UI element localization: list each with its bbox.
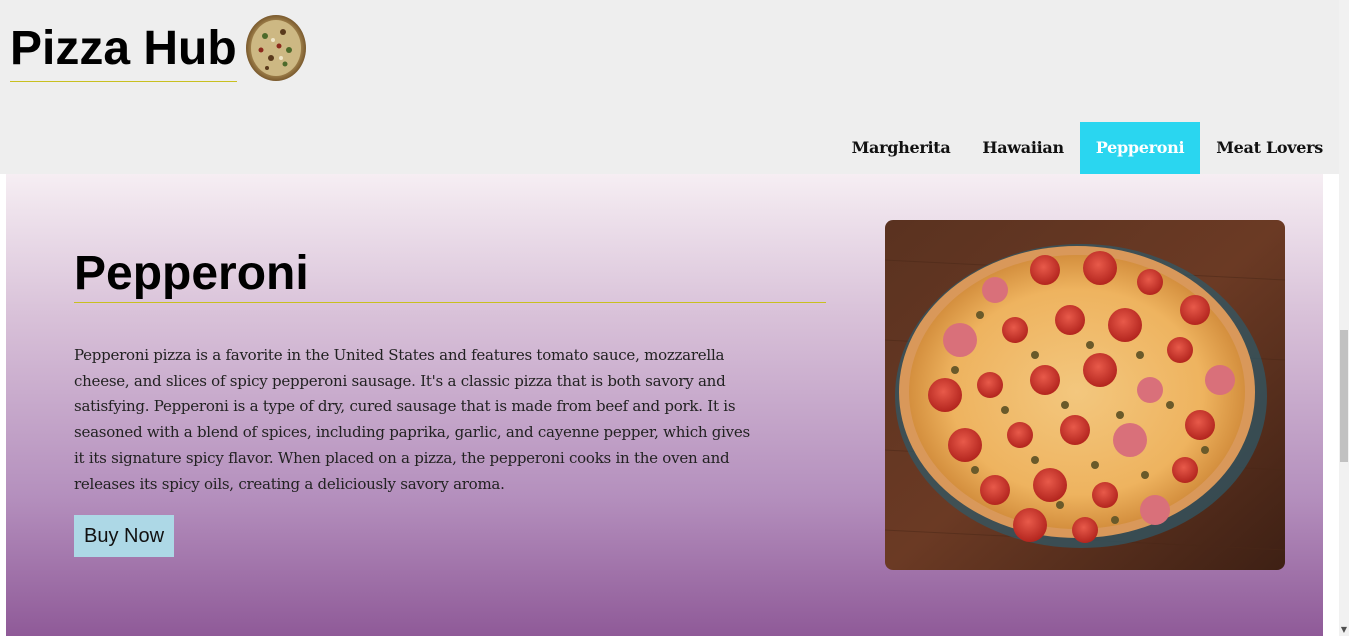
herb-piece [1031, 456, 1039, 464]
herb-piece [1001, 406, 1009, 414]
herb-piece [1056, 501, 1064, 509]
pepperoni-slice [1108, 308, 1142, 342]
nav-item-hawaiian[interactable]: Hawaiian [966, 122, 1079, 174]
herb-piece [1141, 471, 1149, 479]
pepperoni-slice [977, 372, 1003, 398]
site-header: Pizza Hub Margherita Hawaiian Pepperoni … [0, 0, 1339, 174]
logo-title[interactable]: Pizza Hub [10, 19, 237, 82]
herb-piece [1111, 516, 1119, 524]
herb-piece [1086, 341, 1094, 349]
pepperoni-slice [1083, 353, 1117, 387]
logo[interactable]: Pizza Hub [10, 15, 307, 82]
herb-piece [1031, 351, 1039, 359]
pepperoni-slice [1007, 422, 1033, 448]
herb-piece [1061, 401, 1069, 409]
nav-item-meat-lovers[interactable]: Meat Lovers [1200, 122, 1339, 174]
herb-piece [1091, 461, 1099, 469]
herb-piece [951, 366, 959, 374]
pepperoni-slice [1137, 377, 1163, 403]
pepperoni-slice [1140, 495, 1170, 525]
pepperoni-slice [1137, 269, 1163, 295]
scroll-down-arrow-icon[interactable]: ▼ [1341, 625, 1347, 634]
pepperoni-slice [948, 428, 982, 462]
herb-piece [976, 311, 984, 319]
herb-piece [1136, 351, 1144, 359]
pepperoni-slice [1060, 415, 1090, 445]
herb-piece [1166, 401, 1174, 409]
pepperoni-slice [943, 323, 977, 357]
pepperoni-slice [928, 378, 962, 412]
pepperoni-slice [1030, 365, 1060, 395]
pepperoni-slice [1180, 295, 1210, 325]
pepperoni-slice [1013, 508, 1047, 542]
pepperoni-slice [1185, 410, 1215, 440]
nav-item-margherita[interactable]: Margherita [836, 122, 967, 174]
herb-piece [1116, 411, 1124, 419]
pepperoni-slice [1172, 457, 1198, 483]
nav-item-pepperoni[interactable]: Pepperoni [1079, 122, 1201, 174]
pepperoni-slice [982, 277, 1008, 303]
pepperoni-slice [1030, 255, 1060, 285]
pepperoni-slice [1055, 305, 1085, 335]
page-scrollbar[interactable]: ▼ [1339, 0, 1349, 636]
pepperoni-slice [1167, 337, 1193, 363]
pepperoni-slice [1083, 251, 1117, 285]
scrollbar-thumb[interactable] [1340, 330, 1348, 462]
pepperoni-slice [980, 475, 1010, 505]
section-title: Pepperoni [74, 246, 826, 303]
page: Pizza Hub Margherita Hawaiian Pepperoni … [0, 0, 1349, 636]
herb-piece [971, 466, 979, 474]
pepperoni-slice [1092, 482, 1118, 508]
pizza-section: Pepperoni Pepperoni pizza is a favorite … [6, 174, 1323, 636]
pepperoni-pizza-photo [885, 220, 1285, 570]
pizza-nav: Margherita Hawaiian Pepperoni Meat Lover… [836, 122, 1339, 174]
pepperoni-slice [1072, 517, 1098, 543]
pepperoni-slice [1002, 317, 1028, 343]
pepperoni-slice [1205, 365, 1235, 395]
pizza-info: Pepperoni Pepperoni pizza is a favorite … [74, 246, 826, 558]
herb-piece [1201, 446, 1209, 454]
pepperoni-slice [1113, 423, 1147, 457]
pepperoni-slice [1033, 468, 1067, 502]
buy-now-button[interactable]: Buy Now [74, 515, 175, 558]
pizza-icon [245, 15, 306, 81]
pizza-description: Pepperoni pizza is a favorite in the Uni… [74, 346, 750, 493]
